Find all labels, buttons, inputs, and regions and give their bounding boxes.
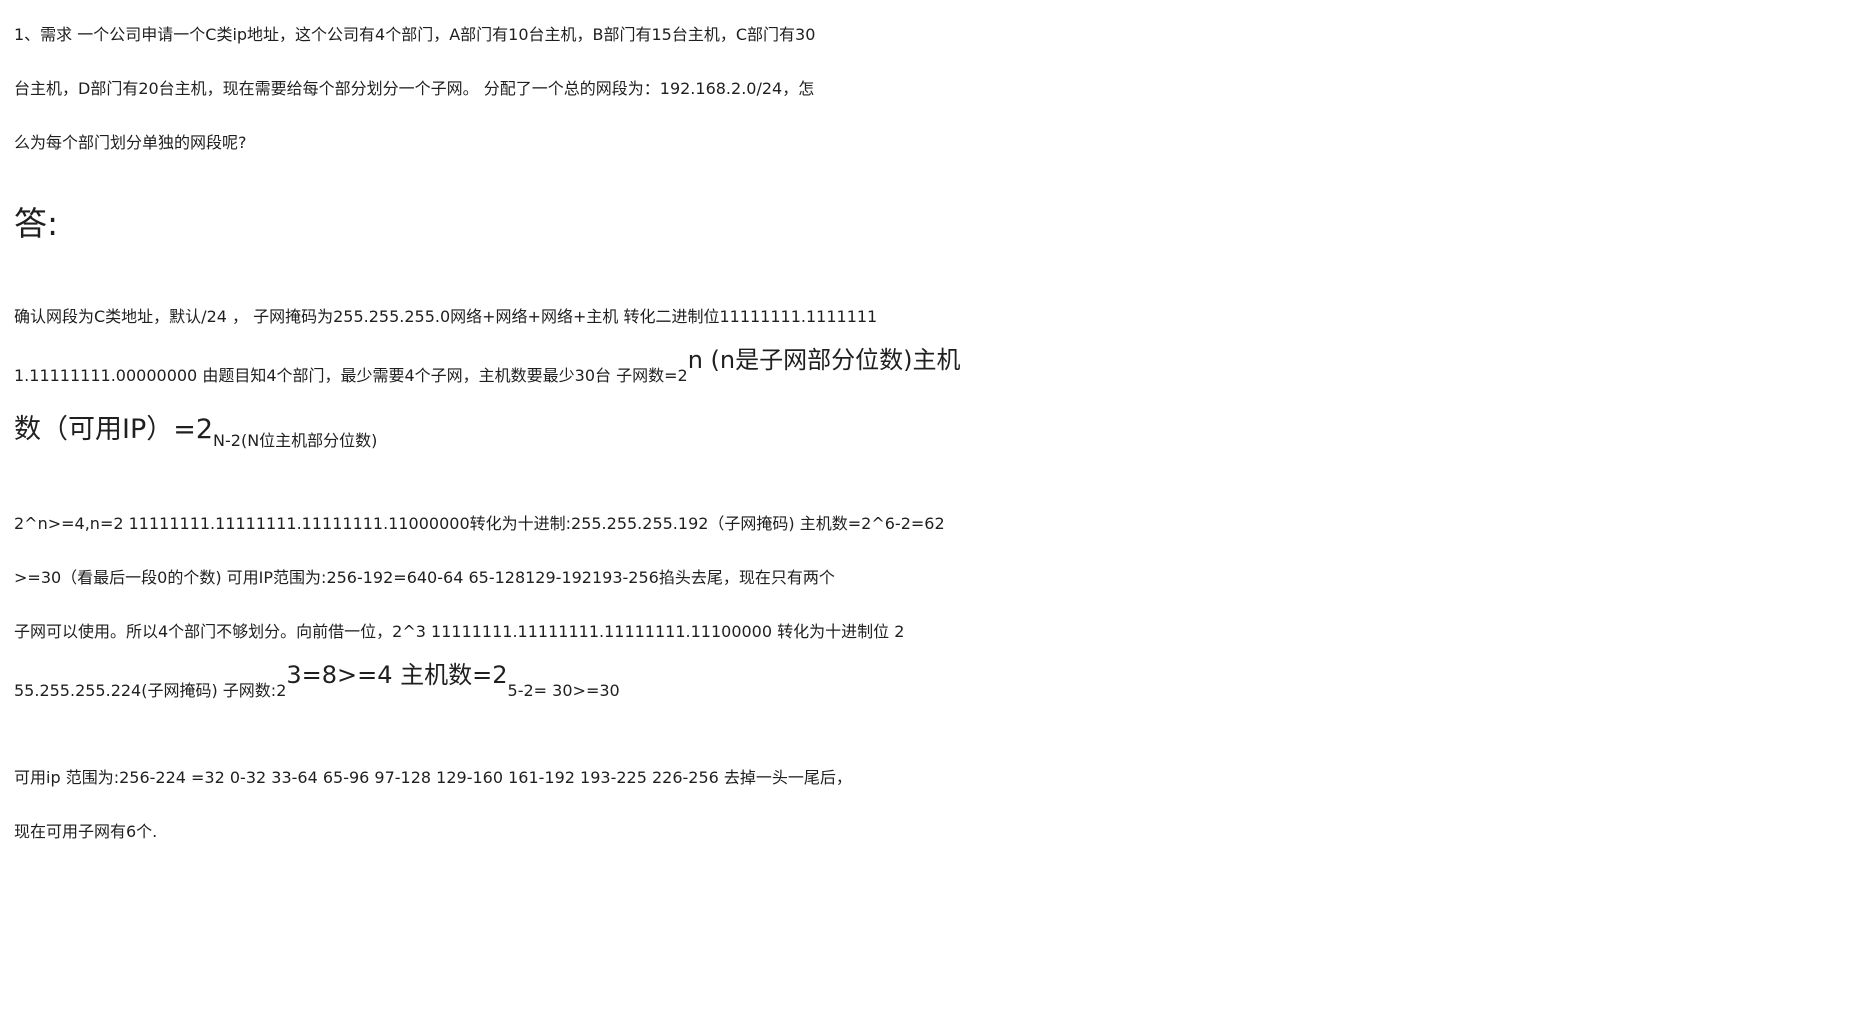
block2-line-4-tail: 5-2= 30>=30	[507, 681, 620, 700]
question-line-1: 1、需求 一个公司申请一个C类ip地址，这个公司有4个部门，A部门有10台主机，…	[14, 25, 816, 44]
block1-line-2: 1.11111111.00000000 由题目知4个部门，最少需要4个子网，主机…	[14, 344, 1854, 402]
block2-line-4: 55.255.255.224(子网掩码) 子网数:23=8>=4 主机数=25-…	[14, 659, 1854, 717]
answer-block-2: 2^n>=4,n=2 11111111.11111111.11111111.11…	[14, 497, 1854, 717]
block3-line-2: 现在可用子网有6个.	[14, 822, 158, 841]
block1-line-3-small: 数（可用IP）=2	[14, 414, 214, 445]
answer-block-3: 可用ip 范围为:256-224 =32 0-32 33-64 65-96 97…	[14, 751, 1854, 859]
document: 1、需求 一个公司申请一个C类ip地址，这个公司有4个部门，A部门有10台主机，…	[0, 0, 1864, 1020]
block2-line-4-superscript: 3=8>=4 主机数=2	[286, 661, 508, 689]
block2-line-3: 子网可以使用。所以4个部门不够划分。向前借一位，2^3 11111111.111…	[14, 622, 905, 641]
block1-line-1: 确认网段为C类地址，默认/24 ， 子网掩码为255.255.255.0网络+网…	[14, 307, 878, 326]
answer-label: 答:	[14, 204, 59, 243]
block1-line-3: 数（可用IP）=2N-2(N位主机部分位数)	[14, 402, 1854, 458]
block2-line-2: >=30（看最后一段0的个数) 可用IP范围为:256-192=640-64 6…	[14, 568, 835, 587]
block1-line-3-text: N-2(N位主机部分位数)	[213, 431, 378, 450]
answer-block-1: 确认网段为C类地址，默认/24 ， 子网掩码为255.255.255.0网络+网…	[14, 290, 1854, 458]
question-line-2: 台主机，D部门有20台主机，现在需要给每个部分划分一个子网。 分配了一个总的网段…	[14, 79, 815, 98]
block3-line-1: 可用ip 范围为:256-224 =32 0-32 33-64 65-96 97…	[14, 768, 852, 787]
block1-line-2-superscript: n (n是子网部分位数)主机	[687, 346, 961, 374]
question-paragraph: 1、需求 一个公司申请一个C类ip地址，这个公司有4个部门，A部门有10台主机，…	[14, 8, 1854, 170]
block2-line-4-text: 55.255.255.224(子网掩码) 子网数:2	[14, 681, 287, 700]
block2-line-1: 2^n>=4,n=2 11111111.11111111.11111111.11…	[14, 514, 945, 533]
question-line-3: 么为每个部门划分单独的网段呢?	[14, 133, 247, 152]
block1-line-2-text: 1.11111111.00000000 由题目知4个部门，最少需要4个子网，主机…	[14, 366, 688, 385]
